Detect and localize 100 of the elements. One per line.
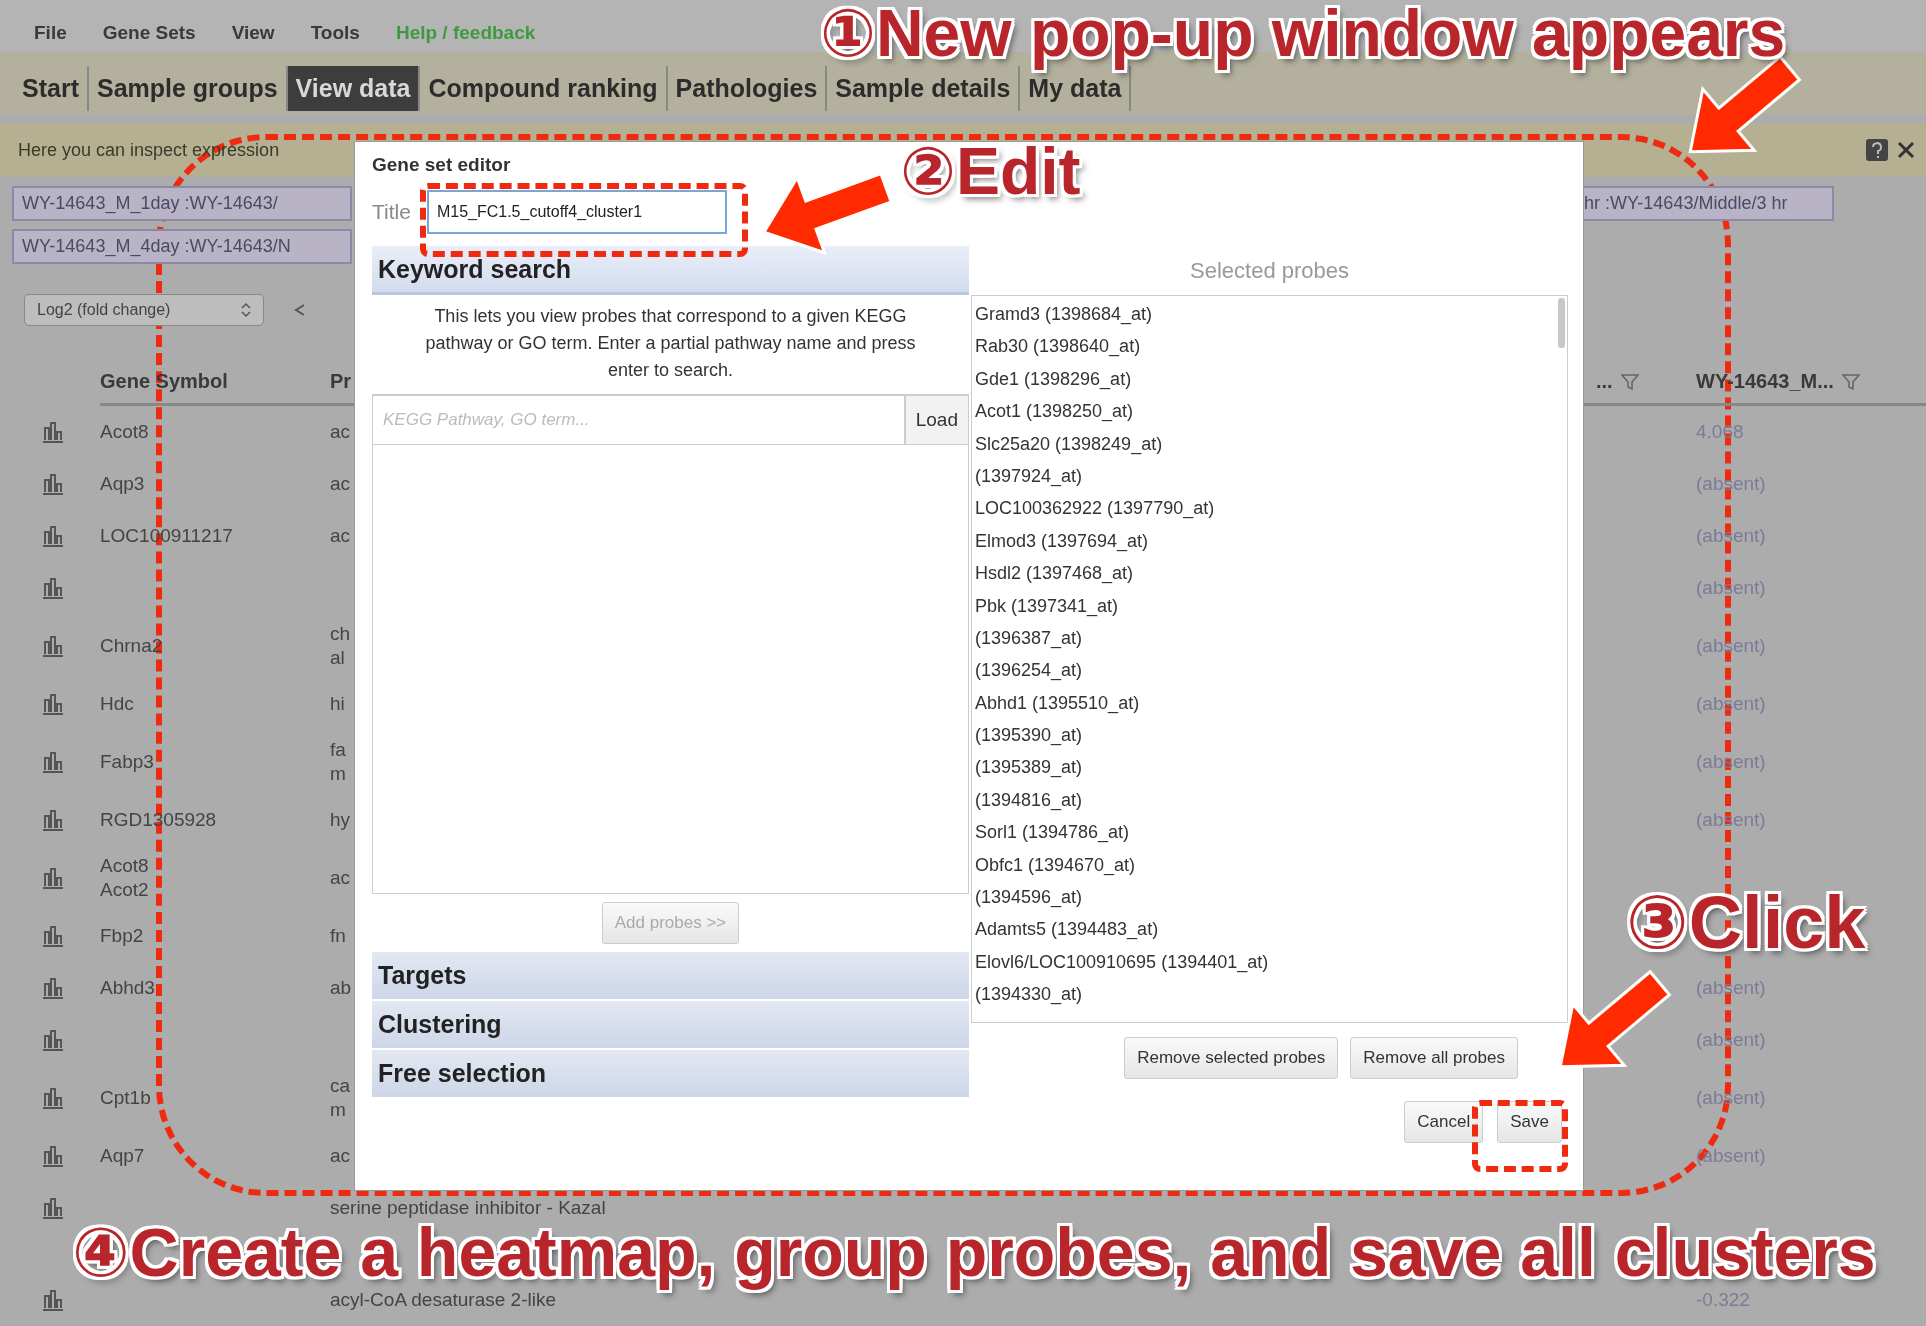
bar-chart-icon[interactable]	[40, 1086, 66, 1110]
title-label: Title	[372, 200, 411, 224]
accordion-header[interactable]: Targets	[372, 952, 969, 1001]
expression-value: (absent)	[1696, 634, 1766, 658]
expression-value: (absent)	[1696, 692, 1766, 716]
expression-value: (absent)	[1696, 524, 1766, 548]
probe-item[interactable]: Acot1 (1398250_at)	[975, 395, 1134, 428]
probe-item[interactable]: Slc25a20 (1398249_at)	[975, 427, 1163, 460]
tab[interactable]: Compound ranking	[420, 65, 668, 111]
menu-item[interactable]: View	[231, 22, 275, 52]
close-icon[interactable]	[1896, 140, 1916, 160]
gene-symbol: Cpt1b	[100, 1086, 151, 1110]
selected-probes-list[interactable]	[971, 295, 1568, 1023]
probe-item[interactable]: Pbk (1397341_at)	[975, 589, 1119, 622]
filter-icon[interactable]	[1620, 372, 1639, 391]
probe-item[interactable]: (1394596_at)	[975, 881, 1083, 914]
menu-item[interactable]: Tools	[310, 22, 360, 52]
product-text: hy	[330, 808, 351, 832]
gene-symbol: Hdc	[100, 692, 134, 716]
tab[interactable]: View data	[287, 65, 421, 111]
gene-symbol: Fabp3	[100, 750, 154, 774]
product-text: ac	[330, 420, 351, 444]
probe-item[interactable]: Elmod3 (1397694_at)	[975, 524, 1149, 558]
sample-group-chip[interactable]: WY-14643_M_4day :WY-14643/N	[12, 229, 352, 264]
probe-item[interactable]: (1394330_at)	[975, 978, 1083, 1011]
expression-value: (absent)	[1696, 576, 1766, 600]
cancel-button[interactable]: Cancel	[1404, 1101, 1484, 1143]
keyword-search-field[interactable]: KEGG Pathway, GO term...	[372, 395, 905, 445]
column-header[interactable]: WY-14643_M...	[1696, 360, 1926, 406]
keyword-help-text: This lets you view probes that correspond to a given KEGG pathway or GO term. Enter a partial pathway name and press enter to search.	[424, 305, 917, 382]
tab[interactable]: Sample details	[827, 65, 1021, 111]
probe-item[interactable]: (1397924_at)	[975, 459, 1083, 493]
selected-probes-title: Selected probes	[1189, 257, 1350, 285]
updown-icon	[241, 302, 251, 318]
tab[interactable]: Start	[14, 65, 89, 111]
bar-chart-icon[interactable]	[40, 1028, 66, 1052]
product-text: fa	[330, 738, 346, 762]
bar-chart-icon[interactable]	[40, 420, 66, 444]
menu-item[interactable]: File	[34, 22, 67, 52]
bar-chart-icon[interactable]	[40, 866, 66, 890]
gene-symbol: Acot2	[100, 878, 149, 902]
probe-item[interactable]: (1396254_at)	[975, 654, 1083, 687]
remove-button[interactable]: Remove selected probes	[1124, 1037, 1339, 1079]
dialog-title: Gene set editor	[372, 154, 512, 176]
bar-chart-icon[interactable]	[40, 524, 66, 548]
filter-icon[interactable]	[1841, 372, 1860, 391]
probe-item[interactable]: (1395389_at)	[975, 751, 1083, 784]
probe-item[interactable]: Gramd3 (1398684_at)	[975, 298, 1153, 331]
product-text: ac	[330, 866, 351, 890]
tab[interactable]: Pathologies	[667, 65, 828, 111]
scrollbar[interactable]	[1558, 298, 1565, 348]
probe-item[interactable]: LOC100362922 (1397790_at)	[975, 492, 1215, 525]
annotation-text: ②Edit	[900, 138, 1081, 204]
expression-value: (absent)	[1696, 1028, 1766, 1052]
bar-chart-icon[interactable]	[40, 692, 66, 716]
probe-item[interactable]: Adamts5 (1394483_at)	[975, 913, 1159, 946]
product-text: fn	[330, 924, 346, 948]
column-header[interactable]: ...	[1596, 360, 1696, 406]
bar-chart-icon[interactable]	[40, 808, 66, 832]
load-button[interactable]: Load	[904, 395, 969, 445]
probe-item[interactable]: (1394816_at)	[975, 783, 1083, 817]
sample-group-chip[interactable]: WY-14643_M_1day :WY-14643/	[12, 186, 352, 221]
probe-item[interactable]: Rab30 (1398640_at)	[975, 330, 1141, 363]
bar-chart-icon[interactable]	[40, 576, 66, 600]
probe-item[interactable]: (1396387_at)	[975, 621, 1083, 655]
expression-value: 4.068	[1696, 420, 1744, 444]
gene-symbol: LOC100911217	[100, 524, 233, 548]
help-icon[interactable]	[1866, 139, 1888, 161]
bar-chart-icon[interactable]	[40, 472, 66, 496]
probe-item[interactable]: Hsdl2 (1397468_at)	[975, 557, 1134, 590]
probe-item[interactable]: Abhd1 (1395510_at)	[975, 686, 1140, 720]
bar-chart-icon[interactable]	[40, 634, 66, 658]
remove-button[interactable]: Remove all probes	[1350, 1037, 1518, 1079]
column-header[interactable]: Gene Symbol	[100, 360, 330, 406]
bar-chart-icon[interactable]	[40, 976, 66, 1000]
expression-value: (absent)	[1696, 472, 1766, 496]
bar-chart-icon[interactable]	[40, 924, 66, 948]
bar-chart-icon[interactable]	[40, 1196, 66, 1220]
bar-chart-icon[interactable]	[40, 1144, 66, 1168]
probe-item[interactable]: (1395390_at)	[975, 719, 1083, 752]
expression-value: (absent)	[1696, 1086, 1766, 1110]
probe-item[interactable]: Obfc1 (1394670_at)	[975, 848, 1136, 882]
bar-chart-icon[interactable]	[40, 750, 66, 774]
product-text: hi	[330, 692, 345, 716]
accordion-header[interactable]: Clustering	[372, 1001, 969, 1050]
save-button[interactable]: Save	[1497, 1101, 1562, 1143]
probe-item[interactable]: Elovl6/LOC100910695 (1394401_at)	[975, 945, 1269, 979]
product-text: ca	[330, 1074, 351, 1098]
accordion-header[interactable]: Free selection	[372, 1050, 969, 1099]
title-input[interactable]: M15_FC1.5_cutoff4_cluster1	[426, 190, 727, 234]
product-text: ab	[330, 976, 352, 1000]
bar-chart-icon[interactable]	[40, 1288, 66, 1312]
product-text: ac	[330, 472, 351, 496]
probe-item[interactable]: Sorl1 (1394786_at)	[975, 816, 1130, 849]
accordion-header[interactable]: Keyword search	[372, 246, 969, 295]
gene-symbol: Aqp7	[100, 1144, 145, 1168]
menu-item[interactable]: Gene Sets	[102, 22, 196, 52]
probe-item[interactable]: Gde1 (1398296_at)	[975, 362, 1132, 396]
value-type-select[interactable]: Log2 (fold change)	[24, 294, 264, 326]
product-text: m	[330, 762, 346, 786]
